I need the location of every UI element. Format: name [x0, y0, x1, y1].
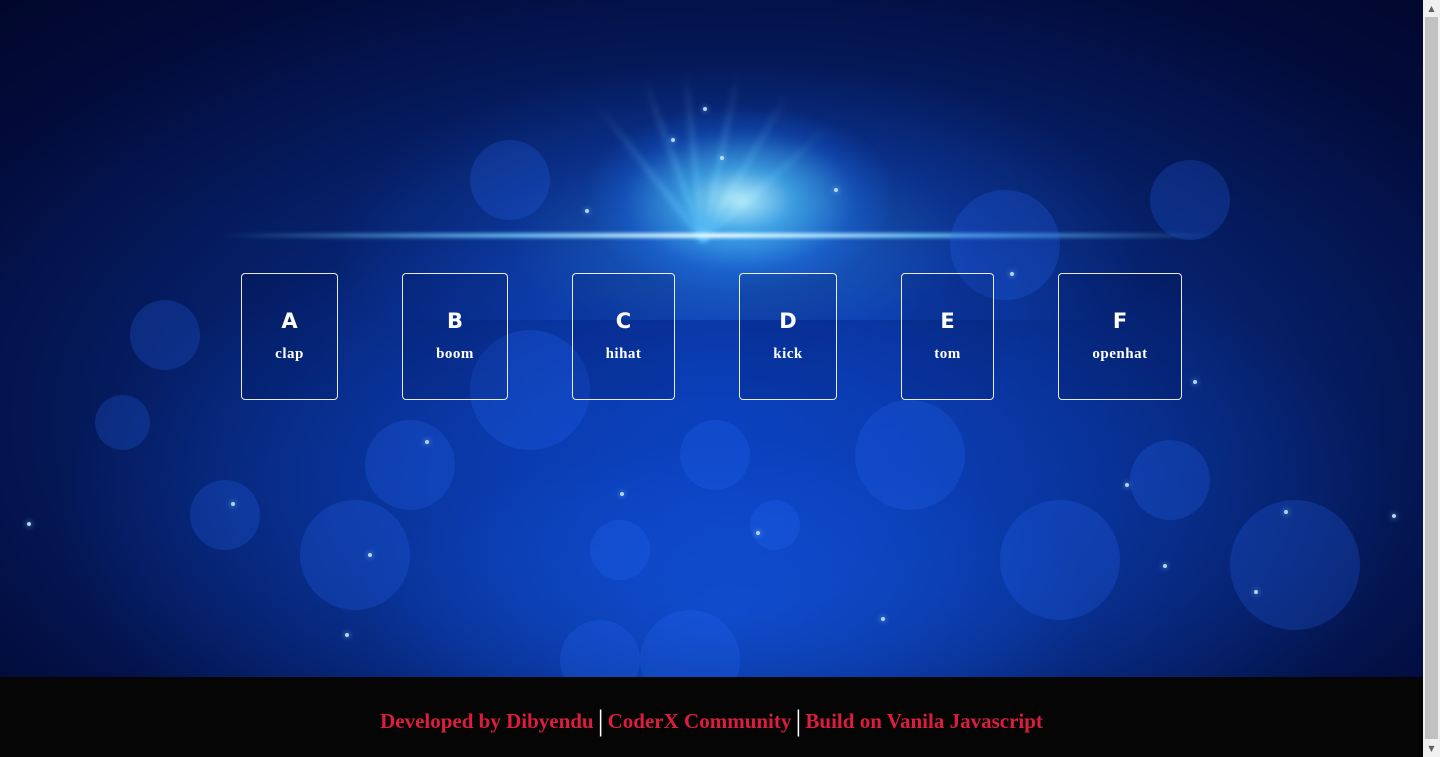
sparkle	[881, 617, 885, 621]
key-letter: F	[1112, 309, 1128, 333]
vertical-scrollbar[interactable]: ▲ ▼	[1423, 0, 1440, 757]
sparkle	[671, 138, 675, 142]
sparkle	[720, 156, 724, 160]
bokeh-circle	[855, 400, 965, 510]
bokeh-circle	[365, 420, 455, 510]
key-sound-label: hihat	[605, 346, 642, 362]
bokeh-circle	[95, 395, 150, 450]
sparkle	[834, 188, 838, 192]
drum-key-b[interactable]: B boom	[402, 273, 508, 400]
bokeh-circle	[680, 420, 750, 490]
sparkle	[1125, 483, 1129, 487]
bokeh-circle	[1230, 500, 1360, 630]
sparkle	[1392, 514, 1396, 518]
bokeh-circle	[590, 520, 650, 580]
footer-separator: |	[597, 704, 604, 737]
tech-credit: Build on Vanila Javascript	[805, 709, 1043, 733]
key-sound-label: clap	[275, 346, 304, 362]
key-sound-label: openhat	[1092, 346, 1148, 362]
bokeh-circle	[1130, 440, 1210, 520]
sparkle	[345, 633, 349, 637]
drum-key-f[interactable]: F openhat	[1058, 273, 1182, 400]
sparkle	[1163, 564, 1167, 568]
key-letter: C	[615, 309, 632, 333]
drum-keys: A clap B boom C hihat D kick E tom F ope…	[0, 273, 1423, 400]
drum-key-d[interactable]: D kick	[739, 273, 837, 400]
community-credit: CoderX Community	[607, 709, 792, 733]
key-letter: A	[281, 309, 298, 333]
footer-credits: Developed by Dibyendu | CoderX Community | B…	[0, 703, 1423, 739]
sparkle	[703, 107, 707, 111]
sparkle	[585, 209, 589, 213]
key-sound-label: kick	[773, 346, 803, 362]
drum-key-a[interactable]: A clap	[241, 273, 338, 400]
key-letter: E	[940, 309, 955, 333]
sparkle	[27, 522, 31, 526]
page-viewport: A clap B boom C hihat D kick E tom F ope…	[0, 0, 1423, 757]
developer-credit: Developed by Dibyendu	[380, 709, 594, 733]
bokeh-circle	[300, 500, 410, 610]
bokeh-circle	[470, 140, 550, 220]
bokeh-circle	[560, 620, 640, 677]
sparkle	[1254, 590, 1258, 594]
sparkle	[756, 531, 760, 535]
sparkle	[620, 492, 624, 496]
sparkle	[231, 502, 235, 506]
bokeh-circle	[1150, 160, 1230, 240]
key-letter: D	[779, 309, 797, 333]
drum-key-c[interactable]: C hihat	[572, 273, 675, 400]
key-letter: B	[446, 309, 463, 333]
triangle-up-icon[interactable]: ▲	[1423, 0, 1440, 17]
drum-key-e[interactable]: E tom	[901, 273, 994, 400]
bokeh-circle	[1000, 500, 1120, 620]
footer-separator: |	[795, 704, 802, 737]
triangle-down-icon[interactable]: ▼	[1423, 740, 1440, 757]
key-sound-label: tom	[934, 346, 961, 362]
light-core	[590, 110, 890, 290]
scrollbar-thumb[interactable]	[1425, 17, 1438, 739]
bokeh-circle	[640, 610, 740, 677]
sparkle	[368, 553, 372, 557]
key-sound-label: boom	[436, 346, 474, 362]
sparkle	[1284, 510, 1288, 514]
bokeh-circle	[190, 480, 260, 550]
bokeh-circle	[750, 500, 800, 550]
horizon-light-line	[220, 233, 1220, 238]
sparkle	[425, 440, 429, 444]
